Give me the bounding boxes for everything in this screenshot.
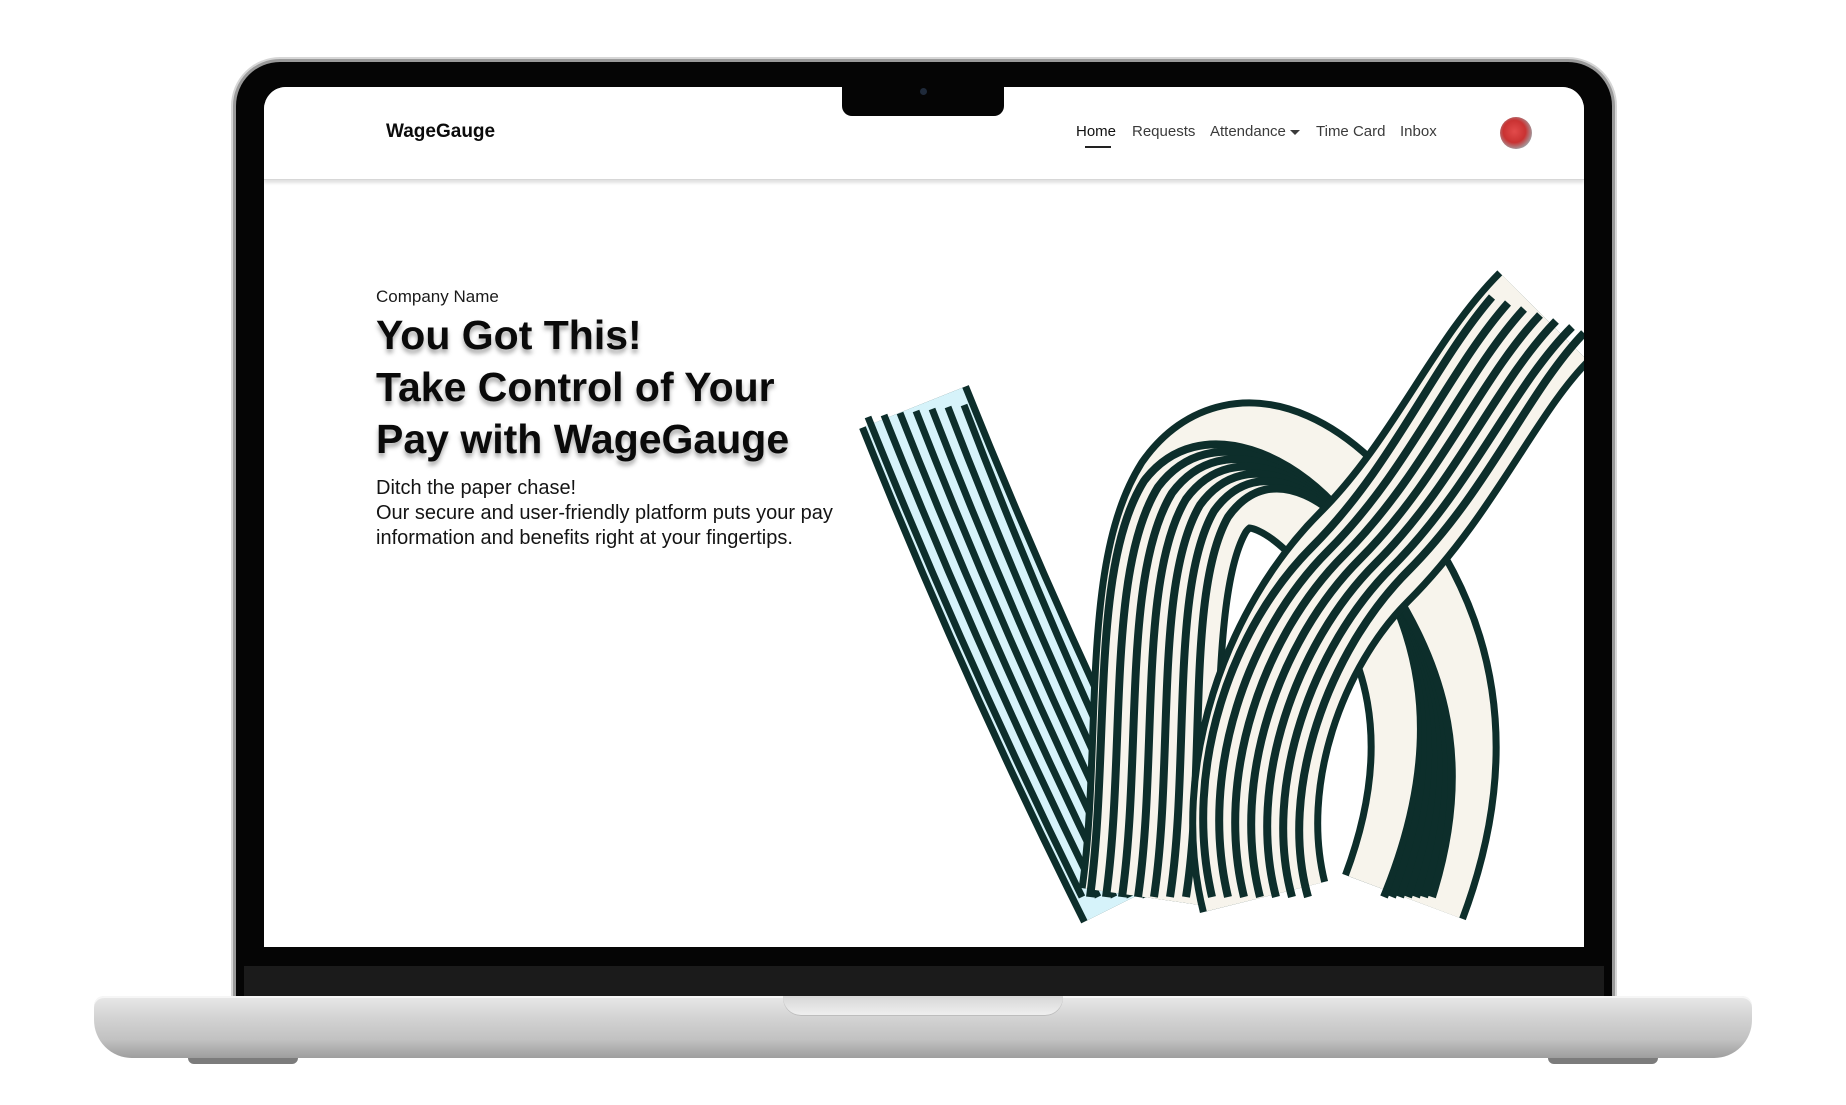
chevron-down-icon[interactable]: [1290, 130, 1300, 135]
nav-item-home[interactable]: Home: [1076, 123, 1117, 148]
striped-ribbon-illustration: [859, 270, 1584, 924]
nav-item-label: Attendance: [1210, 123, 1286, 140]
nav-item-label: Time Card: [1316, 123, 1386, 140]
nav-item-label: Requests: [1132, 123, 1196, 140]
laptop-mockup: WageGauge Home Requests Attendance Time …: [0, 0, 1846, 1105]
camera-icon: [920, 88, 927, 95]
laptop-screen: WageGauge Home Requests Attendance Time …: [264, 87, 1584, 947]
nav-item-label: Inbox: [1400, 123, 1437, 140]
nav-item-requests[interactable]: Requests: [1132, 123, 1195, 140]
laptop-foot: [1548, 1058, 1658, 1064]
nav-item-label: Home: [1076, 123, 1117, 140]
nav-item-inbox[interactable]: Inbox: [1400, 123, 1437, 140]
laptop-foot: [188, 1058, 298, 1064]
nav-item-time-card[interactable]: Time Card: [1316, 123, 1385, 140]
company-name-label: Company Name: [376, 287, 499, 306]
active-indicator: [1085, 146, 1111, 148]
laptop-hinge: [244, 966, 1604, 1000]
brand-logo[interactable]: WageGauge: [386, 121, 495, 143]
user-avatar[interactable]: [1500, 117, 1532, 149]
laptop-thumb-notch: [783, 996, 1063, 1016]
nav-item-attendance[interactable]: Attendance: [1210, 123, 1286, 140]
